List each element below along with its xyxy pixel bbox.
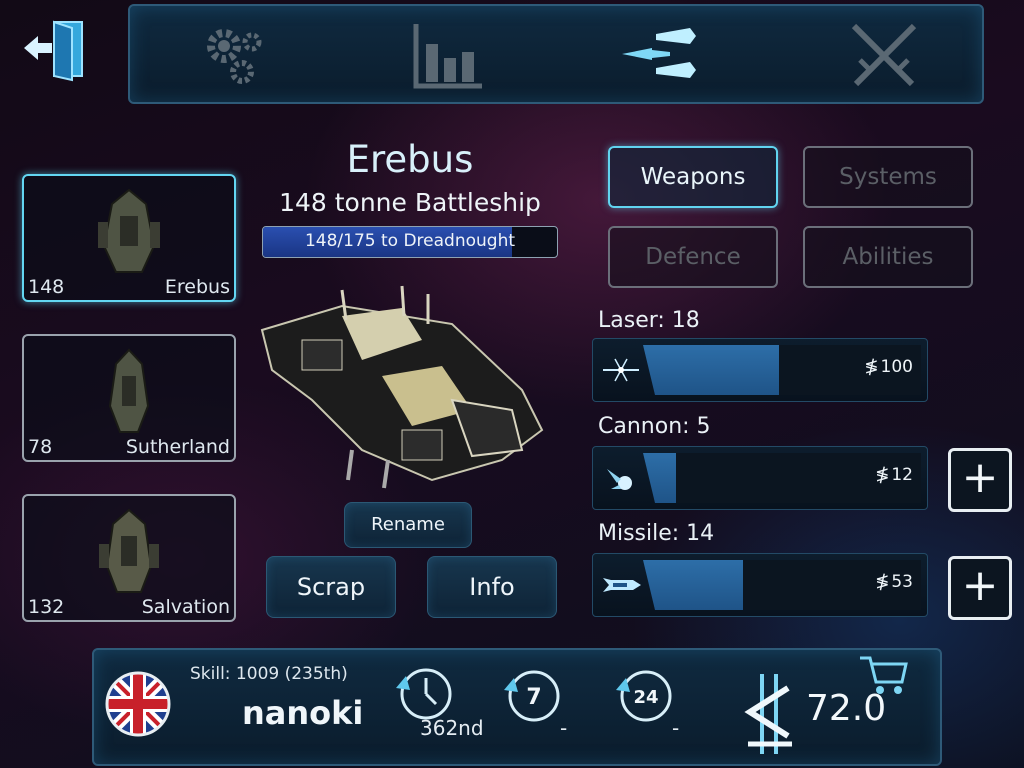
24-hour-icon[interactable]: 24 xyxy=(612,666,676,726)
scrap-button[interactable]: Scrap xyxy=(266,556,396,618)
credits-icon: ≸ xyxy=(875,572,890,592)
overall-rank: 362nd xyxy=(420,716,484,740)
tab-defence[interactable]: Defence xyxy=(608,226,778,288)
settings-gears-icon xyxy=(207,29,262,84)
ship-thumbnail xyxy=(98,188,160,273)
ship-model-image xyxy=(260,285,544,489)
laser-label: Laser: 18 xyxy=(598,308,700,333)
weekly-rank: - xyxy=(560,716,568,740)
missile-label: Missile: 14 xyxy=(598,521,715,546)
laser-upgrade-bar[interactable]: ≸ 100 xyxy=(592,338,928,402)
ship-name: Erebus xyxy=(164,276,230,298)
clock-icon[interactable] xyxy=(392,660,456,724)
uk-flag-icon[interactable] xyxy=(104,670,172,738)
ship-number: 148 xyxy=(28,276,65,298)
seven-day-label: 7 xyxy=(526,685,541,710)
cannon-cost: ≸ 12 xyxy=(875,465,913,485)
cannon-icon xyxy=(607,469,632,490)
ship-number: 78 xyxy=(28,436,53,458)
stats-tab[interactable] xyxy=(402,14,498,94)
ship-name: Sutherland xyxy=(125,436,230,458)
laser-fill xyxy=(643,345,780,395)
laser-icon xyxy=(603,358,639,382)
upgrade-progress-bar: 148/175 to Dreadnought xyxy=(262,226,558,258)
battle-crossed-swords-icon xyxy=(851,23,917,87)
rename-button[interactable]: Rename xyxy=(344,502,472,548)
ship-number: 132 xyxy=(28,596,65,618)
credits-icon xyxy=(744,674,792,754)
settings-tab[interactable] xyxy=(194,14,290,94)
stats-bar-chart-icon xyxy=(413,24,482,89)
ship-class: 148 tonne Battleship xyxy=(279,188,541,217)
missile-fill xyxy=(643,560,744,610)
tab-systems[interactable]: Systems xyxy=(803,146,973,208)
fleet-ship-card-erebus[interactable]: 148 Erebus xyxy=(22,174,236,302)
daily-rank: - xyxy=(672,716,680,740)
skill-rating: Skill: 1009 (235th) xyxy=(190,664,348,684)
fleet-ships-icon xyxy=(622,28,696,78)
cannon-upgrade-bar[interactable]: ≸ 12 xyxy=(592,446,928,510)
battle-tab[interactable] xyxy=(836,14,932,94)
exit-button[interactable] xyxy=(20,18,88,86)
missile-icon xyxy=(603,578,641,592)
ship-thumbnail xyxy=(108,348,150,433)
ship-title: Erebus xyxy=(346,138,474,181)
ship-thumbnail xyxy=(99,508,159,593)
credits-icon: ≸ xyxy=(875,465,890,485)
cart-icon[interactable] xyxy=(858,654,910,698)
fleet-tab[interactable] xyxy=(612,14,708,94)
seven-day-icon[interactable]: 7 xyxy=(500,666,564,726)
fleet-ship-card-salvation[interactable]: 132 Salvation xyxy=(22,494,236,622)
missile-cost: ≸ 53 xyxy=(875,572,913,592)
info-button[interactable]: Info xyxy=(427,556,557,618)
cannon-label: Cannon: 5 xyxy=(598,414,711,439)
missile-add-button[interactable]: + xyxy=(948,556,1012,620)
cannon-fill xyxy=(643,453,677,503)
tab-weapons[interactable]: Weapons xyxy=(608,146,778,208)
tab-abilities[interactable]: Abilities xyxy=(803,226,973,288)
24-hour-label: 24 xyxy=(633,687,658,708)
cannon-add-button[interactable]: + xyxy=(948,448,1012,512)
top-nav-bar xyxy=(128,4,984,104)
credits-icon: ≸ xyxy=(864,357,879,377)
laser-cost: ≸ 100 xyxy=(864,357,913,377)
exit-door-icon xyxy=(24,20,83,82)
ship-name: Salvation xyxy=(141,596,230,618)
progress-text: 148/175 to Dreadnought xyxy=(304,231,516,251)
fleet-ship-card-sutherland[interactable]: 78 Sutherland xyxy=(22,334,236,462)
missile-upgrade-bar[interactable]: ≸ 53 xyxy=(592,553,928,617)
player-name: nanoki xyxy=(242,694,364,732)
